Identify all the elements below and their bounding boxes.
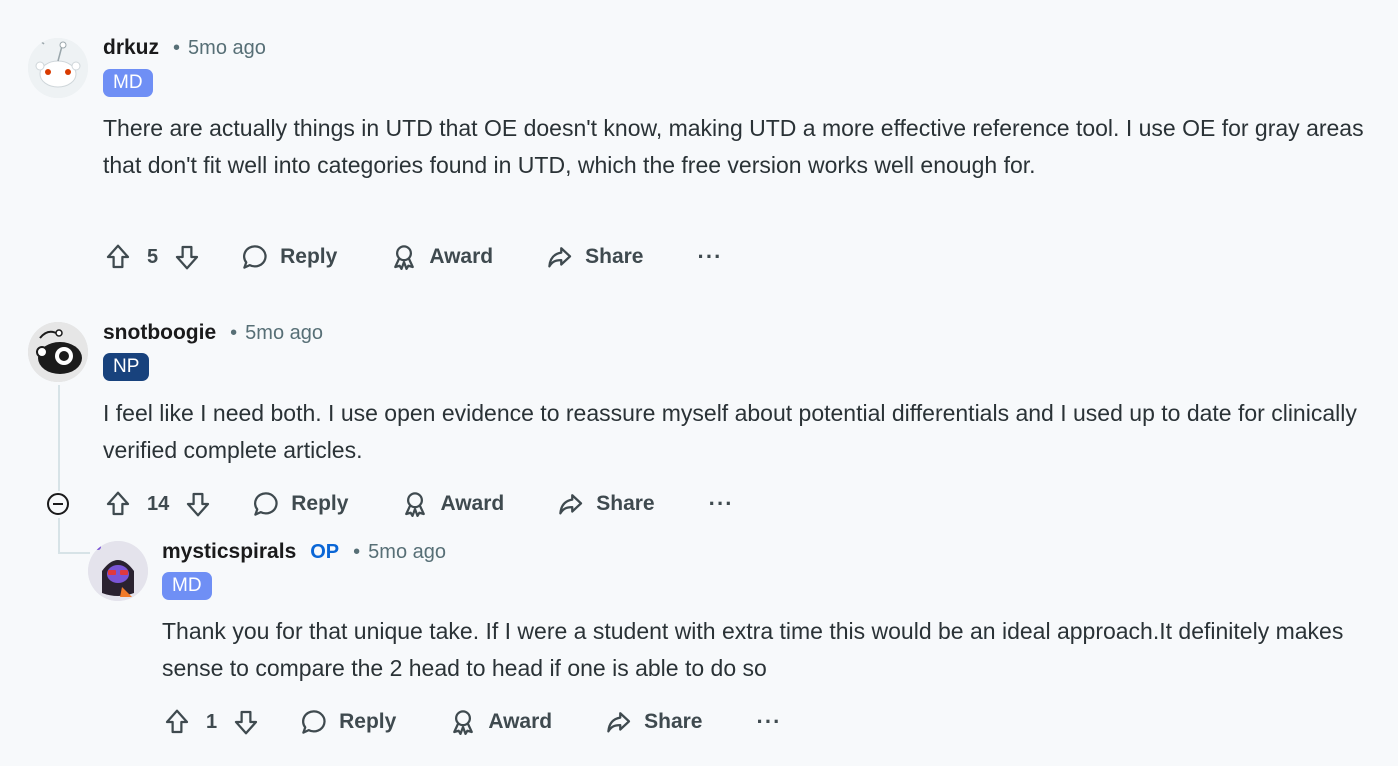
award-icon [453,710,474,735]
comment-bubble-icon [243,245,267,269]
reply-button[interactable]: Reply [240,242,337,272]
snoo-avatar-icon [88,541,148,601]
award-label: Award [488,710,553,733]
username[interactable]: mysticspirals [162,540,296,564]
comment-body: I feel like I need both. I use open evid… [103,400,1357,463]
share-label: Share [596,492,655,515]
award-label: Award [440,492,505,515]
username[interactable]: snotboogie [103,321,216,345]
share-button[interactable]: Share [604,707,703,737]
share-icon [559,494,583,515]
comment-bubble-icon [302,710,326,734]
award-button[interactable]: Award [400,489,504,519]
upvote-button[interactable] [103,489,133,519]
vote-count: 5 [147,245,159,268]
snoo-avatar-icon [28,38,88,98]
award-icon [394,245,415,270]
vote-count: 1 [206,710,218,733]
share-icon [548,247,572,268]
award-icon [405,492,426,517]
share-button[interactable]: Share [545,242,644,272]
reply-button[interactable]: Reply [299,707,396,737]
share-label: Share [644,710,703,733]
separator-dot: • [230,321,238,344]
minus-icon [53,503,63,505]
op-badge: OP [310,540,340,563]
award-button[interactable]: Award [448,707,552,737]
downvote-icon [176,245,199,270]
snoo-avatar-icon [28,322,88,382]
share-label: Share [585,245,644,268]
timestamp[interactable]: 5mo ago [188,37,266,60]
share-button[interactable]: Share [556,489,655,519]
downvote-button[interactable] [183,489,213,519]
downvote-icon [235,710,258,735]
thread-line[interactable] [58,518,60,554]
award-button[interactable]: Award [389,242,493,272]
reply-button[interactable]: Reply [251,489,348,519]
upvote-icon [106,491,130,516]
more-options-button[interactable]: ··· [709,491,734,517]
more-options-button[interactable]: ··· [757,709,782,735]
user-flair: NP [103,353,150,381]
downvote-button[interactable] [172,242,202,272]
thread-connector [58,552,90,554]
upvote-button[interactable] [162,707,192,737]
comment-body: Thank you for that unique take. If I wer… [162,618,1344,681]
username[interactable]: drkuz [103,36,159,60]
comment-actions: 14 Reply Award Share ··· [103,484,734,524]
downvote-button[interactable] [231,707,261,737]
user-flair: MD [103,69,153,97]
vote-count: 14 [147,492,170,515]
collapse-thread-button[interactable] [47,493,69,515]
timestamp[interactable]: 5mo ago [368,541,446,564]
downvote-icon [187,492,210,517]
award-label: Award [429,245,494,268]
avatar[interactable] [88,541,148,601]
thread-line[interactable] [58,385,60,491]
comment-meta: drkuz • 5mo ago [103,36,266,60]
timestamp[interactable]: 5mo ago [245,322,323,345]
share-icon [607,712,631,733]
reply-label: Reply [291,492,349,515]
more-options-button[interactable]: ··· [698,244,723,270]
comment-meta: snotboogie • 5mo ago [103,321,323,345]
upvote-icon [165,709,189,734]
upvote-button[interactable] [103,242,133,272]
user-flair: MD [162,572,212,600]
comment-actions: 5 Reply Award Share ··· [103,237,722,277]
comment-meta: mysticspirals OP • 5mo ago [162,540,446,564]
reply-label: Reply [280,245,338,268]
comment-actions: 1 Reply Award Share ··· [162,702,781,742]
comment-body: There are actually things in UTD that OE… [103,115,1364,178]
avatar[interactable] [28,322,88,382]
separator-dot: • [173,36,181,59]
upvote-icon [106,244,130,269]
comment-bubble-icon [254,492,278,516]
separator-dot: • [353,540,361,563]
reply-label: Reply [339,710,397,733]
avatar[interactable] [28,38,88,98]
